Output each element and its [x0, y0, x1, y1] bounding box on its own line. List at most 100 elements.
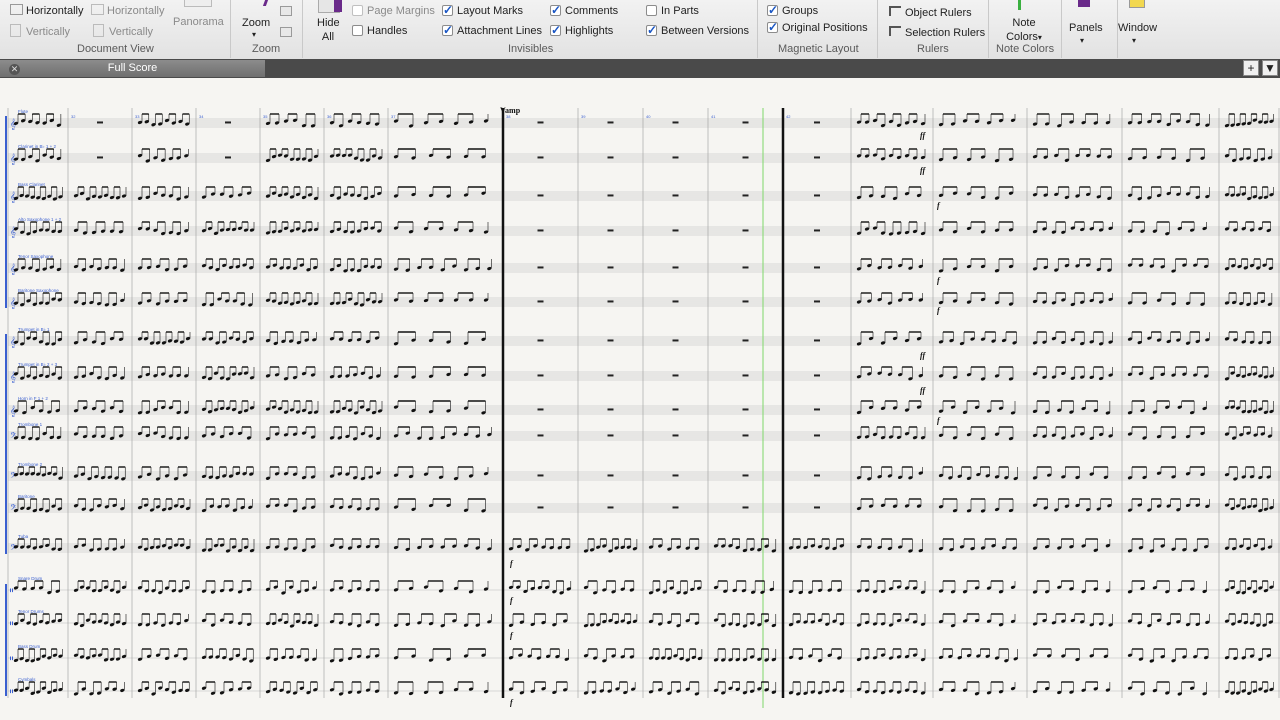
whole-rest [742, 474, 749, 477]
instrument-label: Snare Drum [18, 576, 43, 581]
clef: 𝄥 [10, 687, 13, 698]
whole-rest [742, 300, 749, 303]
instrument-label: Trombone 2 [18, 462, 43, 467]
instrument-label: Trombone 1 [18, 422, 43, 427]
checkbox-box [352, 25, 363, 36]
whole-rest [607, 434, 614, 437]
whole-rest [607, 300, 614, 303]
ribbon-toolbar: Horizontally Vertically Horizontally Ver… [0, 0, 1280, 60]
horizontally-view-button[interactable]: Horizontally [10, 4, 83, 18]
whole-rest [537, 121, 544, 124]
note-colors-button[interactable]: Note Colors▾ [1004, 16, 1044, 45]
whole-rest [607, 339, 614, 342]
whole-rest [607, 121, 614, 124]
group-divider [988, 0, 989, 58]
object-rulers-button[interactable]: Object Rulers [889, 6, 972, 20]
group-divider [302, 0, 303, 58]
vertically-pages-button[interactable]: Vertically [93, 24, 153, 39]
handles-checkbox[interactable]: Handles [352, 24, 407, 38]
tab-full-score[interactable]: ✕ Full Score [0, 60, 265, 77]
panorama-button[interactable]: Panorama [173, 15, 224, 29]
vertically-pages-label: Vertically [109, 26, 154, 38]
checkbox-checked [646, 23, 657, 37]
window-button[interactable]: Window [1118, 21, 1157, 35]
whole-rest [814, 506, 820, 509]
score-view[interactable]: Flute 𝄞 Clarinet in B♭ 1 + 2 𝄞 Bass Clarinet… [0, 78, 1280, 720]
between-versions-checkbox[interactable]: Between Versions [646, 23, 750, 38]
window-dropdown-arrow[interactable]: ▾ [1132, 34, 1136, 48]
instrument-label: Flute [18, 109, 29, 114]
instrument-label: Tenor Saxophone [18, 254, 54, 259]
vertically-label: Vertically [26, 26, 71, 38]
dynamic-marking: ff [920, 166, 927, 175]
checkbox-box [352, 5, 363, 16]
clef: 𝄥 [10, 654, 13, 665]
whole-rest [814, 474, 820, 477]
group-divider [230, 0, 231, 58]
instrument-label: Trumpet in B♭ 2 + 3 [18, 362, 58, 367]
panorama-icon [184, 0, 212, 7]
group-divider [757, 0, 758, 58]
groups-checkbox[interactable]: Groups [767, 3, 818, 18]
comments-checkbox[interactable]: Comments [550, 3, 619, 18]
whole-rest [742, 156, 749, 159]
whole-rest [672, 300, 679, 303]
whole-rest [814, 434, 820, 437]
between-versions-label: Between Versions [661, 25, 750, 37]
zoom-page-icon[interactable] [280, 27, 292, 37]
whole-rest [607, 374, 614, 377]
horizontally-pages-button[interactable]: Horizontally [91, 4, 164, 18]
dynamic-marking: f [937, 276, 941, 285]
original-positions-checkbox[interactable]: Original Positions [767, 20, 868, 35]
zoom-icon [252, 0, 269, 6]
score-canvas[interactable]: Flute𝄞Clarinet in B♭ 1 + 2𝄞Bass Clarinet… [0, 78, 1280, 720]
zoom-dropdown-arrow[interactable]: ▾ [252, 28, 256, 42]
panels-button[interactable]: Panels [1069, 21, 1103, 35]
whole-rest [537, 434, 544, 437]
selection-rulers-label: Selection Rulers [905, 27, 986, 39]
whole-rest [672, 121, 679, 124]
zoom-button[interactable]: Zoom [242, 16, 270, 30]
whole-rest [672, 156, 679, 159]
tab-menu-button[interactable]: ▼ [1262, 60, 1278, 76]
whole-rest [537, 474, 544, 477]
page-margins-checkbox[interactable]: Page Margins [352, 4, 435, 18]
comments-label: Comments [565, 5, 619, 17]
layout-marks-checkbox[interactable]: Layout Marks [442, 3, 523, 18]
zoom-fit-icon[interactable] [280, 6, 292, 16]
dynamic-marking: f [937, 201, 941, 210]
in-parts-checkbox[interactable]: In Parts [646, 4, 699, 18]
panels-icon [1078, 0, 1090, 7]
note-colors-line2: Colors [1006, 31, 1038, 43]
whole-rest [225, 121, 231, 124]
bar-number: 33 [135, 114, 140, 119]
whole-rest [814, 339, 820, 342]
dynamic-marking: ff [920, 351, 927, 360]
whole-rest [537, 300, 544, 303]
highlights-checkbox[interactable]: Highlights [550, 23, 613, 38]
checkbox-box [646, 5, 657, 16]
whole-rest [607, 194, 614, 197]
rehearsal-mark: Vamp [500, 106, 521, 115]
bar-number: 41 [711, 114, 716, 119]
vertically-view-button[interactable]: Vertically [10, 24, 70, 39]
instrument-label: Baritone Saxophone [18, 288, 59, 293]
dynamic-marking: f [510, 631, 514, 640]
attachment-lines-checkbox[interactable]: Attachment Lines [442, 23, 542, 38]
hide-all-button[interactable]: Hide All [317, 16, 340, 44]
object-rulers-label: Object Rulers [905, 7, 972, 19]
whole-rest [672, 374, 679, 377]
instrument-label: Bass Drum [18, 644, 41, 649]
add-tab-button[interactable]: + [1243, 60, 1259, 76]
instrument-label: Baritone [18, 494, 35, 499]
dynamic-marking: f [510, 559, 514, 568]
checkbox-checked [442, 23, 453, 37]
dynamic-marking: f [510, 596, 514, 605]
selection-rulers-button[interactable]: Selection Rulers [889, 26, 985, 40]
whole-rest [814, 374, 820, 377]
dropdown-arrow-icon: ▾ [1037, 33, 1042, 42]
instrument-label: Cymbals [18, 677, 36, 682]
panels-dropdown-arrow[interactable]: ▾ [1080, 34, 1084, 48]
checkbox-checked [442, 3, 453, 17]
dynamic-marking: f [937, 416, 941, 425]
